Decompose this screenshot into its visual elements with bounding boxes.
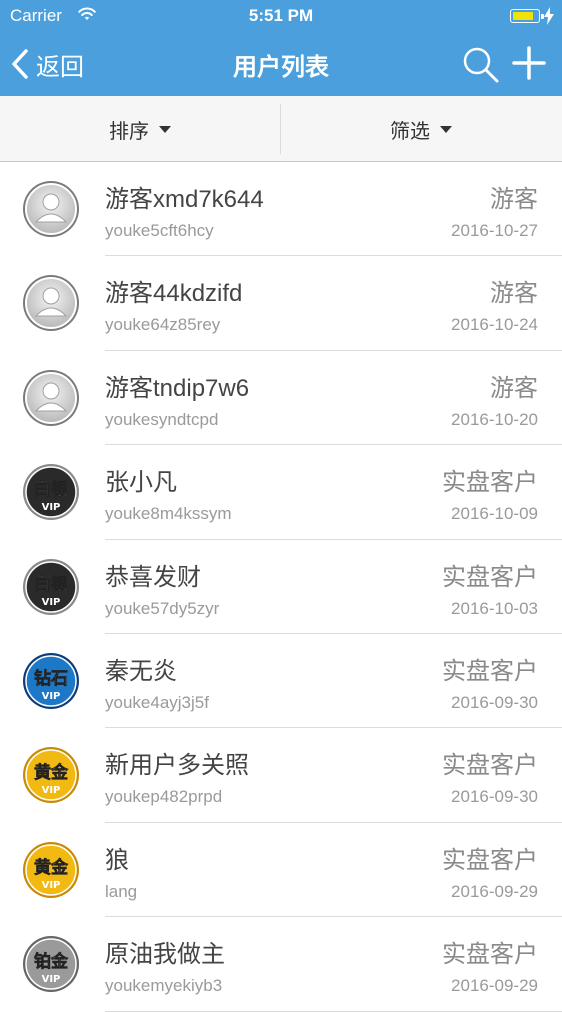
user-account: youkep482prpd bbox=[105, 787, 223, 807]
user-type: 实盘客户 bbox=[442, 469, 538, 497]
vip-badge-sub: VIP bbox=[42, 597, 61, 608]
vip-badge-text: 钻石 bbox=[34, 668, 68, 689]
list-item[interactable]: 黄金 VIP 新用户多关照 youkep482prpd 实盘客户 2016-09-30 bbox=[0, 728, 562, 823]
user-date: 2016-10-24 bbox=[451, 315, 538, 335]
battery-icon bbox=[510, 9, 544, 23]
gold-vip-badge-icon: 黄金 VIP bbox=[23, 747, 79, 804]
sort-dropdown[interactable]: 排序 bbox=[0, 96, 280, 162]
silver-vip-badge-icon: 白银 VIP bbox=[23, 558, 79, 615]
vip-badge-sub: VIP bbox=[42, 880, 61, 891]
user-account: youke57dy5zyr bbox=[105, 598, 220, 618]
user-name: 张小凡 bbox=[105, 469, 177, 497]
user-date: 2016-09-30 bbox=[451, 692, 538, 712]
list-item[interactable]: 游客xmd7k644 youke5cft6hcy 游客 2016-10-27 bbox=[0, 162, 562, 257]
list-item[interactable]: 白银 VIP 张小凡 youke8m4kssym 实盘客户 2016-10-09 bbox=[0, 445, 562, 540]
filter-label: 筛选 bbox=[390, 120, 430, 143]
caret-down-icon bbox=[159, 125, 171, 133]
user-name: 恭喜发财 bbox=[105, 563, 201, 591]
user-type: 实盘客户 bbox=[442, 657, 538, 685]
search-icon[interactable] bbox=[460, 44, 500, 84]
gold-vip-badge-icon: 黄金 VIP bbox=[23, 841, 79, 898]
user-account: youkesyndtcpd bbox=[105, 409, 219, 429]
guest-avatar-icon bbox=[23, 275, 79, 332]
user-date: 2016-10-27 bbox=[451, 221, 538, 240]
filter-dropdown[interactable]: 筛选 bbox=[281, 96, 561, 162]
vip-badge-sub: VIP bbox=[42, 785, 61, 796]
user-date: 2016-09-30 bbox=[451, 787, 538, 807]
user-account: youke64z85rey bbox=[105, 315, 221, 335]
user-type: 实盘客户 bbox=[442, 846, 538, 874]
vip-badge-text: 白银 bbox=[34, 479, 69, 500]
diamond-vip-badge-icon: 钻石 VIP bbox=[23, 652, 79, 709]
user-list: 游客xmd7k644 youke5cft6hcy 游客 2016-10-27 游客44k… bbox=[0, 162, 562, 1012]
user-date: 2016-09-29 bbox=[451, 881, 538, 901]
vip-badge-sub: VIP bbox=[42, 691, 61, 702]
list-item[interactable]: 游客44kdzifd youke64z85rey 游客 2016-10-24 bbox=[0, 256, 562, 351]
user-account: youke5cft6hcy bbox=[105, 221, 214, 240]
list-item[interactable]: 游客tndip7w6 youkesyndtcpd 游客 2016-10-20 bbox=[0, 351, 562, 446]
vip-badge-text: 白银 bbox=[34, 574, 69, 595]
user-account: youkemyekiyb3 bbox=[105, 976, 223, 996]
guest-avatar-icon bbox=[23, 181, 79, 237]
guest-avatar-icon bbox=[23, 369, 79, 426]
user-date: 2016-10-20 bbox=[451, 409, 538, 429]
user-name: 新用户多关照 bbox=[105, 752, 249, 780]
list-item[interactable]: 黄金 VIP 狼 lang 实盘客户 2016-09-29 bbox=[0, 823, 562, 918]
user-account: youke4ayj3j5f bbox=[105, 692, 209, 712]
user-name: 原油我做主 bbox=[105, 941, 225, 969]
row-divider bbox=[105, 1010, 562, 1012]
vip-badge-text: 铂金 bbox=[34, 951, 69, 972]
list-item[interactable]: 铂金 VIP 原油我做主 youkemyekiyb3 实盘客户 2016-09-29 bbox=[0, 917, 562, 1012]
user-date: 2016-09-29 bbox=[451, 976, 538, 996]
list-item[interactable]: 钻石 VIP 秦无炎 youke4ayj3j5f 实盘客户 2016-09-30 bbox=[0, 634, 562, 729]
user-type: 实盘客户 bbox=[442, 941, 538, 969]
user-date: 2016-10-03 bbox=[451, 598, 538, 618]
charging-bolt-icon bbox=[544, 7, 554, 25]
filter-bar: 排序 筛选 bbox=[0, 96, 562, 162]
plus-icon[interactable] bbox=[510, 44, 548, 82]
vip-badge-text: 黄金 bbox=[34, 762, 69, 783]
caret-down-icon bbox=[440, 125, 452, 133]
user-name: 游客tndip7w6 bbox=[105, 374, 250, 402]
status-bar: Carrier 5:51 PM bbox=[0, 0, 562, 32]
user-type: 游客 bbox=[490, 280, 538, 308]
vip-badge-sub: VIP bbox=[42, 502, 61, 513]
user-type: 实盘客户 bbox=[442, 752, 538, 780]
user-type: 游客 bbox=[490, 374, 538, 402]
user-account: youke8m4kssym bbox=[105, 504, 232, 524]
list-item[interactable]: 白银 VIP 恭喜发财 youke57dy5zyr 实盘客户 2016-10-03 bbox=[0, 540, 562, 634]
user-date: 2016-10-09 bbox=[451, 504, 538, 524]
nav-bar: Carrier 5:51 PM 返回 用户列表 bbox=[0, 0, 562, 96]
silver-vip-badge-icon: 白银 VIP bbox=[23, 464, 79, 521]
sort-label: 排序 bbox=[109, 120, 149, 143]
user-type: 实盘客户 bbox=[442, 563, 538, 591]
vip-badge-sub: VIP bbox=[42, 974, 61, 985]
vip-badge-text: 黄金 bbox=[34, 857, 69, 878]
user-name: 游客44kdzifd bbox=[105, 280, 243, 308]
user-name: 秦无炎 bbox=[105, 657, 177, 685]
user-type: 游客 bbox=[490, 186, 538, 213]
user-name: 游客xmd7k644 bbox=[105, 186, 264, 213]
status-time: 5:51 PM bbox=[248, 6, 314, 25]
platinum-vip-badge-icon: 铂金 VIP bbox=[23, 936, 79, 993]
user-account: lang bbox=[105, 881, 138, 901]
user-name: 狼 bbox=[105, 846, 129, 874]
